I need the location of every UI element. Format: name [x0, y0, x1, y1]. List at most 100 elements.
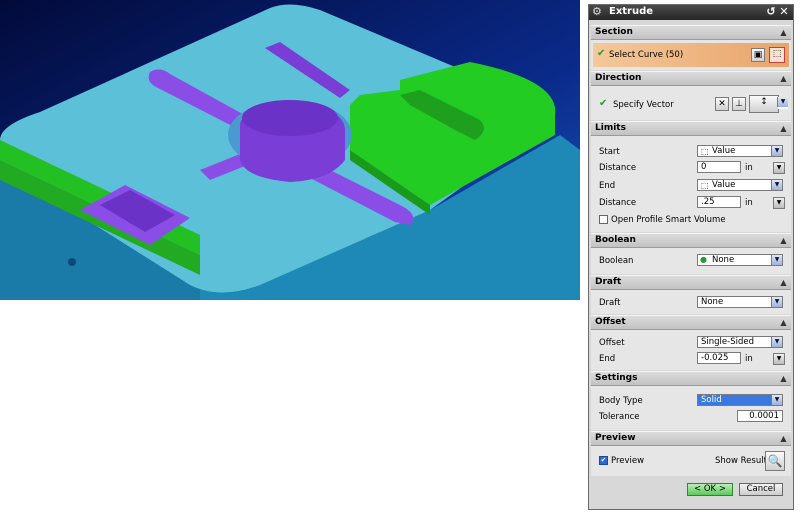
- distance1-label: Distance: [599, 163, 637, 173]
- offset-end-label: End: [599, 354, 616, 364]
- gear-icon[interactable]: ⚙: [592, 5, 602, 18]
- select-curve-row[interactable]: ✔ Select Curve (50) ▣ ⬚: [593, 43, 789, 67]
- section-header-offset[interactable]: Offset ▲: [591, 315, 791, 330]
- tolerance-input[interactable]: 0.0001: [737, 410, 783, 422]
- collapse-icon[interactable]: ▲: [778, 73, 789, 84]
- direction-title: Direction: [595, 73, 642, 83]
- chevron-down-icon: ▼: [771, 395, 782, 405]
- reset-icon[interactable]: ↺: [765, 5, 777, 19]
- end-value: Value: [712, 180, 736, 190]
- preview-checkbox[interactable]: ✔: [599, 456, 608, 465]
- preview-title: Preview: [595, 433, 636, 443]
- collapse-icon[interactable]: ▲: [778, 373, 789, 384]
- body-type-dropdown[interactable]: Solid ▼: [697, 394, 783, 406]
- section-header-draft[interactable]: Draft ▲: [591, 275, 791, 290]
- collapse-icon[interactable]: ▲: [778, 235, 789, 246]
- distance2-menu-icon[interactable]: ▼: [773, 197, 785, 209]
- section-body: ✔ Select Curve (50) ▣ ⬚: [591, 40, 791, 70]
- collapse-icon[interactable]: ▲: [778, 27, 789, 38]
- body-type-value: Solid: [701, 395, 722, 405]
- collapse-icon[interactable]: ▲: [778, 123, 789, 134]
- vector-dropdown[interactable]: ▼: [777, 97, 788, 109]
- offset-value: Single-Sided: [701, 337, 754, 347]
- body-type-label: Body Type: [599, 396, 643, 406]
- offset-label: Offset: [599, 338, 625, 348]
- dialog-titlebar: ⚙ Extrude ↺ ✕: [589, 5, 793, 20]
- start-value: Value: [712, 146, 736, 156]
- distance1-menu-icon[interactable]: ▼: [773, 162, 785, 174]
- reverse-direction-icon[interactable]: ✕: [715, 97, 729, 111]
- collapse-icon[interactable]: ▲: [778, 317, 789, 328]
- distance2-input[interactable]: .25: [697, 196, 741, 208]
- section-header-boolean[interactable]: Boolean ▲: [591, 233, 791, 248]
- offset-end-unit: in: [745, 354, 753, 364]
- specify-vector-label: Specify Vector: [613, 100, 674, 110]
- settings-body: Body Type Solid ▼ Tolerance 0.0001: [591, 386, 791, 430]
- boolean-value: None: [712, 255, 735, 265]
- draft-label: Draft: [599, 298, 621, 308]
- close-icon[interactable]: ✕: [778, 5, 790, 19]
- distance2-unit: in: [745, 198, 753, 208]
- distance1-value: 0: [701, 162, 707, 172]
- check-icon: ✔: [597, 48, 606, 59]
- preview-body: ✔ Preview Show Result 🔍: [591, 446, 791, 476]
- cube-icon: ⬚: [701, 147, 709, 156]
- end-dropdown[interactable]: ⬚ Value ▼: [697, 179, 783, 191]
- chevron-down-icon: ▼: [771, 180, 782, 190]
- start-dropdown[interactable]: Value ⬚ ▼: [697, 145, 783, 157]
- boolean-dropdown[interactable]: ● None ▼: [697, 254, 783, 266]
- distance2-value: .25: [701, 197, 715, 207]
- offset-end-menu-icon[interactable]: ▼: [773, 353, 785, 365]
- sketch-section-icon[interactable]: ▣: [751, 48, 765, 62]
- side-hole: [68, 258, 76, 266]
- section-header-direction[interactable]: Direction ▲: [591, 71, 791, 86]
- section-header-limits[interactable]: Limits ▲: [591, 121, 791, 136]
- offset-end-value: -0.025: [701, 353, 729, 363]
- section-title: Section: [595, 27, 633, 37]
- section-header-preview[interactable]: Preview ▲: [591, 431, 791, 446]
- hole-top: [242, 100, 338, 136]
- distance1-input[interactable]: 0: [697, 161, 741, 173]
- chevron-down-icon: ▼: [771, 337, 782, 347]
- collapse-icon[interactable]: ▲: [778, 277, 789, 288]
- draft-title: Draft: [595, 277, 622, 287]
- check-icon: ✔: [599, 98, 608, 109]
- distance2-label: Distance: [599, 198, 637, 208]
- start-label: Start: [599, 147, 620, 157]
- draft-value: None: [701, 297, 724, 307]
- boolean-label: Boolean: [599, 256, 634, 266]
- chevron-down-icon: ▼: [771, 146, 782, 156]
- vector-dropdown-icon[interactable]: ↕: [749, 95, 779, 113]
- cube-icon: ⬚: [701, 181, 709, 190]
- direction-body: ✔ Specify Vector ✕ ⊥ ↕ ▼: [591, 86, 791, 120]
- boolean-title: Boolean: [595, 235, 636, 245]
- draft-body: Draft None ▼: [591, 290, 791, 314]
- vector-constructor-icon[interactable]: ⊥: [732, 97, 746, 111]
- show-result-magnifier-icon[interactable]: 🔍: [765, 451, 785, 471]
- collapse-icon[interactable]: ▲: [778, 433, 789, 444]
- show-result-label: Show Result: [715, 456, 767, 466]
- boolean-none-icon: ●: [700, 255, 707, 264]
- end-label: End: [599, 181, 616, 191]
- offset-end-input[interactable]: -0.025: [697, 352, 741, 364]
- distance1-unit: in: [745, 163, 753, 173]
- draft-dropdown[interactable]: None ▼: [697, 296, 783, 308]
- 3d-model-icon: [0, 0, 580, 300]
- preview-label: Preview: [611, 456, 645, 466]
- graphics-viewport[interactable]: [0, 0, 580, 300]
- dialog-title: Extrude: [609, 6, 654, 17]
- curve-selector-icon[interactable]: ⬚: [769, 47, 785, 63]
- limits-body: Start Value ⬚ ▼ Distance 0 in ▼ End ⬚ Va…: [591, 136, 791, 232]
- select-curve-label: Select Curve (50): [609, 50, 684, 60]
- boolean-body: Boolean ● None ▼: [591, 248, 791, 274]
- section-header-settings[interactable]: Settings ▲: [591, 371, 791, 386]
- ok-button[interactable]: < OK >: [687, 483, 733, 496]
- limits-title: Limits: [595, 123, 626, 133]
- chevron-down-icon: ▼: [771, 255, 782, 265]
- chevron-down-icon: ▼: [771, 297, 782, 307]
- open-profile-label: Open Profile Smart Volume: [611, 215, 726, 225]
- open-profile-checkbox[interactable]: [599, 215, 608, 224]
- cancel-button[interactable]: Cancel: [739, 483, 783, 496]
- section-header-section[interactable]: Section ▲: [591, 25, 791, 40]
- offset-dropdown[interactable]: Single-Sided ▼: [697, 336, 783, 348]
